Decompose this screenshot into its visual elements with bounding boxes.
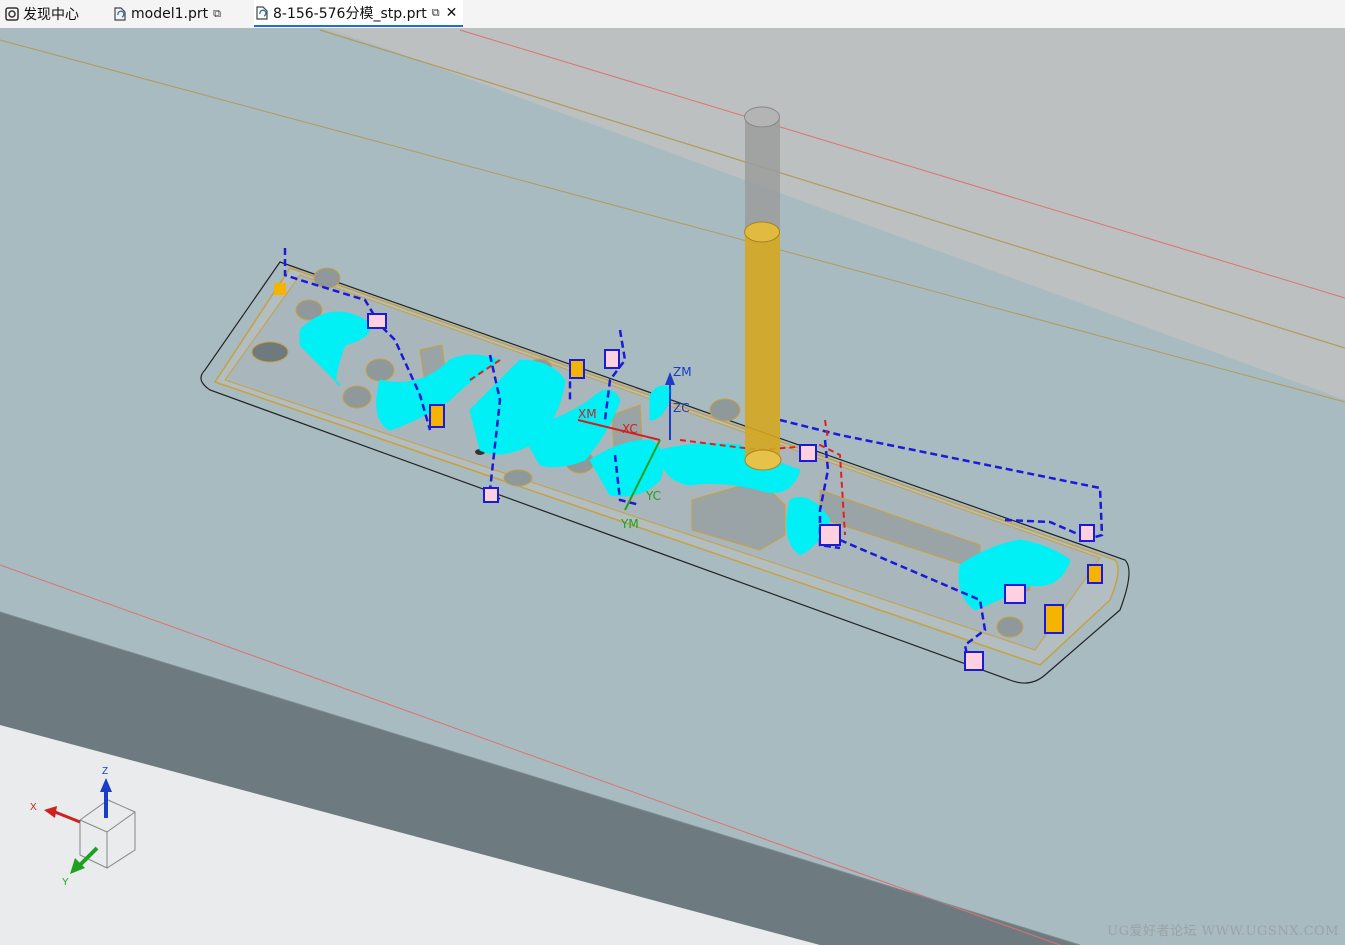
- graphics-viewport[interactable]: ZM ZC XM XC YC YM Z X Y UG爱好者论坛 WWW.UGSN…: [0, 28, 1345, 946]
- tab-active-part[interactable]: 8-156-576分模_stp.prt ⧉ ✕: [254, 0, 464, 27]
- xc-label: XC: [622, 422, 638, 436]
- part-file-icon: [254, 5, 270, 21]
- part-file-icon: [112, 6, 128, 22]
- triad-z-label: Z: [102, 766, 108, 777]
- forum-watermark: UG爱好者论坛 WWW.UGSNX.COM: [1107, 924, 1339, 939]
- popout-icon[interactable]: ⧉: [432, 6, 440, 20]
- popout-icon[interactable]: ⧉: [213, 7, 221, 21]
- tab-discovery-center[interactable]: 发现中心: [4, 0, 79, 27]
- tab-label: 发现中心: [23, 6, 79, 23]
- yc-label: YC: [645, 489, 661, 503]
- zc-label: ZC: [673, 401, 690, 415]
- cutting-tool[interactable]: [744, 106, 782, 471]
- zm-label: ZM: [673, 365, 692, 379]
- triad-y-label: Y: [62, 877, 69, 888]
- discovery-icon: [4, 6, 20, 22]
- document-tab-bar: 发现中心 model1.prt ⧉ 8-156-576分模_stp.prt ⧉ …: [0, 0, 1345, 29]
- ym-label: YM: [620, 517, 639, 531]
- tab-label: 8-156-576分模_stp.prt: [273, 5, 427, 22]
- tool-holder: [745, 117, 780, 232]
- close-tab-icon[interactable]: ✕: [446, 5, 458, 21]
- triad-x-label: X: [30, 802, 37, 813]
- tool-body: [745, 232, 780, 460]
- tab-model1[interactable]: model1.prt ⧉: [112, 0, 221, 27]
- scene-canvas[interactable]: ZM ZC XM XC YC YM Z X Y: [0, 28, 1345, 946]
- tab-label: model1.prt: [131, 5, 209, 22]
- xm-label: XM: [578, 407, 597, 421]
